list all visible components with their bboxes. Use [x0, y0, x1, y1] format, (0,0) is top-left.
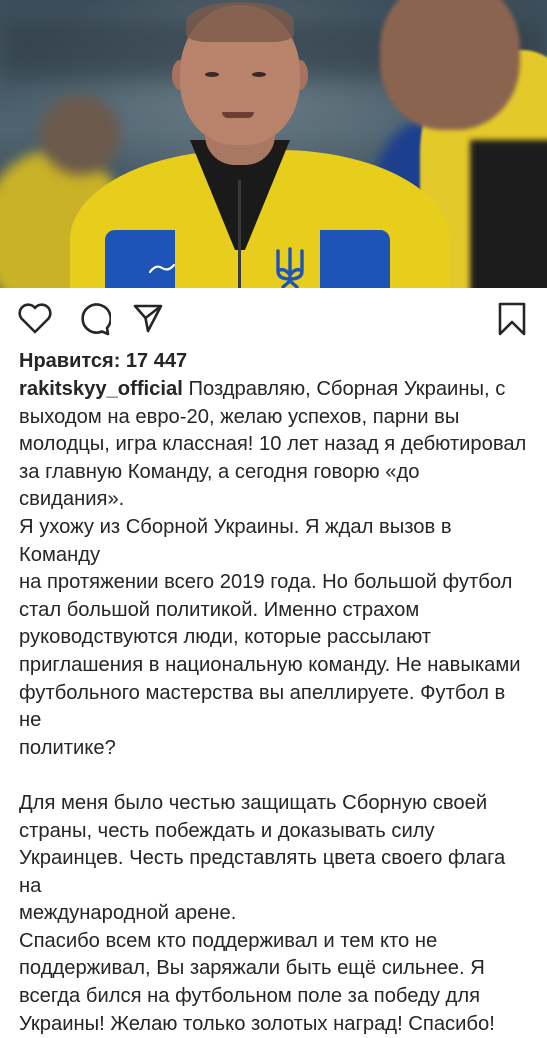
- jacket-blue-panel-right: [320, 230, 390, 288]
- eye-right: [252, 72, 266, 77]
- eye-left: [205, 72, 219, 77]
- right-player-head: [380, 0, 520, 130]
- caption-line: международной арене.: [19, 902, 237, 925]
- bookmark-icon[interactable]: [497, 302, 527, 341]
- heart-icon[interactable]: [17, 302, 53, 339]
- mouth: [222, 112, 254, 118]
- caption-line: руководствуются люди, которые рассылают: [19, 626, 432, 649]
- author-username[interactable]: rakitskyy_official: [19, 378, 183, 400]
- caption-line: Спасибо всем кто поддерживал и тем кто н…: [19, 929, 438, 952]
- caption-line: политике?: [19, 736, 116, 759]
- background-head-left: [40, 95, 120, 175]
- caption-line: Украинцев. Честь представлять цвета свое…: [19, 847, 506, 897]
- paper-plane-icon[interactable]: [132, 302, 164, 339]
- caption-line: Для меня было честью защищать Сборную св…: [19, 791, 488, 814]
- right-player-shadow: [470, 140, 547, 288]
- jacket-blue-panel-left: [105, 230, 175, 288]
- jacket-zip: [238, 180, 241, 288]
- caption-line: на протяжении всего 2019 года. Но большо…: [19, 571, 513, 594]
- caption-line: приглашения в национальную команду. Не н…: [19, 653, 521, 676]
- caption-line: молодцы, игра классная! 10 лет назад я д…: [19, 433, 527, 456]
- comment-icon[interactable]: [77, 302, 112, 341]
- caption-line: всегда бился на футбольном поле за побед…: [19, 985, 481, 1008]
- caption-line: за главную Команду, а сегодня говорю «до…: [19, 460, 420, 511]
- main-player-hair: [186, 2, 294, 42]
- caption-line: страны, честь побеждать и доказывать сил…: [19, 819, 435, 842]
- caption-line: стал большой политикой. Именно страхом: [19, 598, 420, 621]
- kit-brand-logo: [148, 263, 176, 274]
- post-caption: rakitskyy_official Поздравляю, Сборная У…: [19, 376, 528, 1038]
- caption-line: Украины! Желаю только золотых наград! Сп…: [19, 1012, 495, 1035]
- caption-line: rakitskyy_official Поздравляю, Сборная У…: [19, 376, 528, 404]
- trident-emblem-icon: [276, 247, 304, 288]
- caption-line: футбольного мастерства вы апеллируете. Ф…: [19, 681, 506, 732]
- post-photo[interactable]: [0, 0, 547, 288]
- caption-line: Я ухожу из Сборной Украины. Я ждал вызов…: [19, 515, 452, 566]
- caption-line: поддерживал, Вы заряжали быть ещё сильне…: [19, 957, 485, 980]
- caption-text: Поздравляю, Сборная Украины, с: [188, 378, 506, 400]
- action-bar: [0, 288, 547, 348]
- caption-line: выходом на евро-20, желаю успехов, парни…: [19, 405, 460, 428]
- post-content: Нравится: 17 447 rakitskyy_official Позд…: [0, 348, 547, 1038]
- likes-count[interactable]: Нравится: 17 447: [19, 348, 528, 374]
